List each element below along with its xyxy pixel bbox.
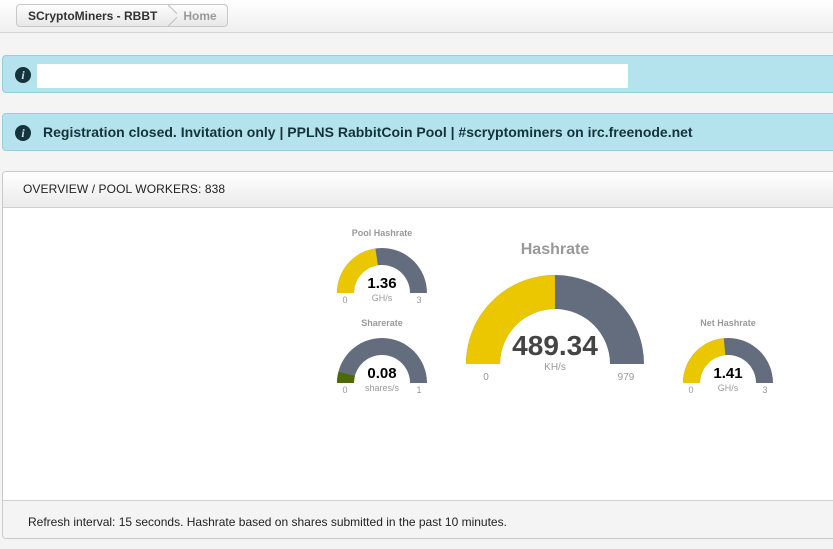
alert-message-text: Registration closed. Invitation only | P…: [43, 124, 693, 140]
gauge-max-label: 3: [762, 385, 768, 395]
gauge-title: Sharerate: [361, 318, 403, 328]
info-icon: i: [15, 67, 31, 83]
breadcrumb-separator-icon: [167, 5, 177, 26]
info-alert-blank: i: [2, 55, 833, 93]
gauge-max-label: 979: [617, 372, 635, 383]
breadcrumb: SCryptoMiners - RBBT Home: [16, 4, 228, 27]
gauge-value: 1.41: [713, 365, 743, 382]
alert-message-box: [37, 64, 628, 88]
top-bar: SCryptoMiners - RBBT Home: [0, 0, 833, 33]
gauge-value: 489.34: [512, 330, 598, 361]
panel-header: OVERVIEW / POOL WORKERS: 838: [3, 172, 833, 208]
gauge-title: Pool Hashrate: [351, 228, 413, 238]
gauge-title: Hashrate: [520, 241, 590, 258]
gauge-min-label: 0: [342, 385, 348, 395]
overview-panel: OVERVIEW / POOL WORKERS: 838 Pool Hashra…: [2, 171, 833, 539]
sharerate-gauge: Sharerate 0.08 shares/s 0 1: [336, 317, 428, 397]
panel-title: OVERVIEW / POOL WORKERS: 838: [23, 182, 226, 196]
gauge-max-label: 1: [416, 385, 422, 395]
gauge-value: 1.36: [367, 275, 397, 292]
gauge-title: Net Hashrate: [700, 318, 756, 328]
gauge-max-label: 3: [416, 295, 422, 305]
gauge-min-label: 0: [342, 295, 348, 305]
info-alert-registration: i Registration closed. Invitation only |…: [2, 113, 833, 151]
net-hashrate-gauge: Net Hashrate 1.41 GH/s 0 3: [682, 317, 774, 397]
gauge-min-label: 0: [483, 372, 489, 383]
breadcrumb-site-link[interactable]: SCryptoMiners - RBBT: [17, 5, 167, 26]
pool-hashrate-gauge: Pool Hashrate 1.36 GH/s 0 3: [336, 227, 428, 307]
gauge-value: 0.08: [367, 365, 397, 382]
info-icon: i: [15, 125, 31, 141]
hashrate-gauge: Hashrate 489.34 KH/s 0 979: [466, 237, 644, 387]
refresh-interval-note: Refresh interval: 15 seconds. Hashrate b…: [28, 515, 507, 529]
gauge-min-label: 0: [688, 385, 694, 395]
breadcrumb-current-page: Home: [183, 8, 217, 23]
panel-footer: Refresh interval: 15 seconds. Hashrate b…: [3, 500, 833, 538]
